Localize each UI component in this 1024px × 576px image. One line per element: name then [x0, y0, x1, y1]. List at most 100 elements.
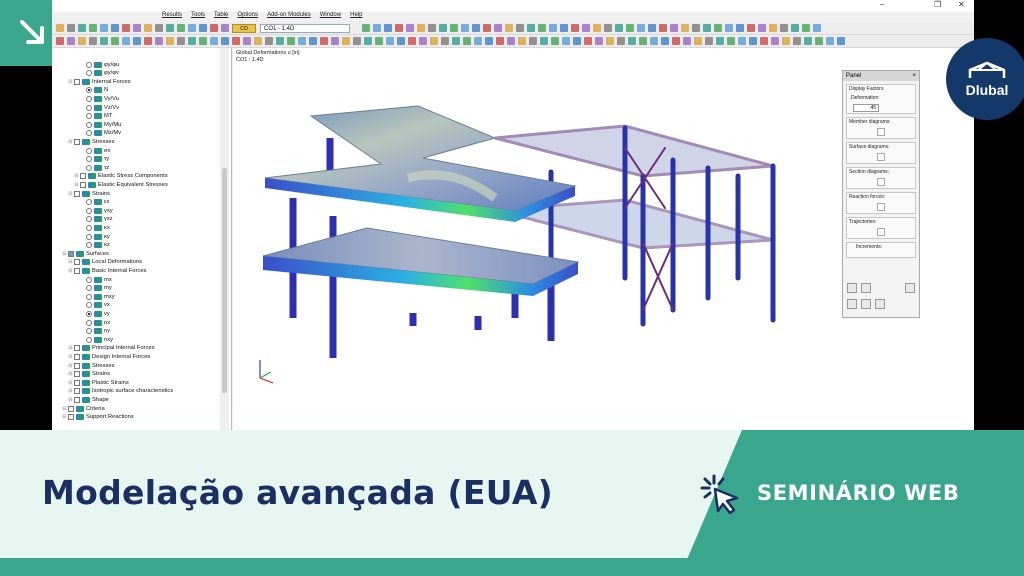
edit-icon[interactable]	[847, 283, 857, 293]
toolbar-button-icon[interactable]	[89, 24, 97, 32]
toolbar-button-icon[interactable]	[67, 24, 75, 32]
toolbar-button-icon[interactable]	[571, 24, 579, 32]
tree-expand-icon[interactable]: ⊟	[68, 139, 73, 145]
toolbar-button-icon[interactable]	[837, 37, 845, 45]
toolbar-button-icon[interactable]	[441, 37, 449, 45]
tree-expand-icon[interactable]: ⊟	[74, 182, 79, 188]
tree-radio[interactable]	[86, 121, 92, 128]
toolbar-button-icon[interactable]	[430, 37, 438, 45]
toolbar-button-icon[interactable]	[452, 37, 460, 45]
toolbar-button-icon[interactable]	[725, 24, 733, 32]
member-diagrams-spinner[interactable]	[877, 128, 885, 136]
toolbar-button-icon[interactable]	[584, 37, 592, 45]
menu-item-table[interactable]: Table	[214, 12, 228, 22]
tree-expand-icon[interactable]: ⊟	[68, 268, 73, 274]
tree-checkbox[interactable]	[68, 250, 74, 257]
print-icon[interactable]	[905, 283, 915, 293]
toolbar-button-icon[interactable]	[595, 37, 603, 45]
tree-checkbox[interactable]	[68, 405, 74, 412]
toolbar-button-icon[interactable]	[362, 24, 370, 32]
toolbar-button-icon[interactable]	[439, 24, 447, 32]
toolbar-button-icon[interactable]	[703, 24, 711, 32]
navigator-scroll-thumb[interactable]	[222, 168, 227, 393]
filter-icon[interactable]	[861, 299, 871, 309]
toolbar-button-icon[interactable]	[386, 37, 394, 45]
tree-expand-icon[interactable]: ⊟	[74, 173, 79, 179]
tree-radio[interactable]	[86, 61, 92, 68]
toolbar-button-icon[interactable]	[485, 37, 493, 45]
toolbar-button-icon[interactable]	[780, 24, 788, 32]
minimize-icon[interactable]: –	[880, 0, 884, 9]
toolbar-button-icon[interactable]	[815, 37, 823, 45]
toolbar-button-icon[interactable]	[461, 24, 469, 32]
toolbar-button-icon[interactable]	[56, 37, 64, 45]
toolbar-button-icon[interactable]	[144, 24, 152, 32]
tree-radio[interactable]	[86, 130, 92, 137]
tree-radio[interactable]	[86, 216, 92, 223]
tree-radio[interactable]	[86, 276, 92, 283]
toolbar-button-icon[interactable]	[188, 37, 196, 45]
tree-radio[interactable]	[86, 328, 92, 335]
toolbar-button-icon[interactable]	[243, 37, 251, 45]
tree-checkbox[interactable]	[80, 173, 86, 180]
toolbar-button-icon[interactable]	[670, 24, 678, 32]
toolbar-button-icon[interactable]	[782, 37, 790, 45]
tree-expand-icon[interactable]: ⊟	[62, 414, 67, 420]
tree-expand-icon[interactable]: ⊟	[68, 79, 73, 85]
toolbar-button-icon[interactable]	[771, 37, 779, 45]
toolbar-button-icon[interactable]	[507, 37, 515, 45]
toolbar-button-icon[interactable]	[705, 37, 713, 45]
toolbar-button-icon[interactable]	[505, 24, 513, 32]
toolbar-button-icon[interactable]	[694, 37, 702, 45]
toolbar-button-icon[interactable]	[549, 24, 557, 32]
reaction-forces-spinner[interactable]	[877, 203, 885, 211]
tree-expand-icon[interactable]: ⊟	[68, 191, 73, 197]
toolbar-button-icon[interactable]	[617, 37, 625, 45]
toolbar-button-icon[interactable]	[738, 37, 746, 45]
tree-checkbox[interactable]	[74, 138, 80, 145]
toolbar-button-icon[interactable]	[177, 24, 185, 32]
toolbar-button-icon[interactable]	[309, 37, 317, 45]
toolbar-button-icon[interactable]	[527, 24, 535, 32]
toolbar-button-icon[interactable]	[78, 24, 86, 32]
toolbar-button-icon[interactable]	[692, 24, 700, 32]
trajectories-spinner[interactable]	[877, 228, 885, 236]
toolbar-button-icon[interactable]	[538, 24, 546, 32]
toolbar-button-icon[interactable]	[560, 24, 568, 32]
tree-radio[interactable]	[86, 302, 92, 309]
toolbar-button-icon[interactable]	[540, 37, 548, 45]
tree-expand-icon[interactable]: ⊟	[68, 380, 73, 386]
color-scale-icon[interactable]	[875, 299, 885, 309]
toolbar-button-icon[interactable]	[463, 37, 471, 45]
toolbar-button-icon[interactable]	[716, 37, 724, 45]
section-diagrams-spinner[interactable]	[877, 178, 885, 186]
toolbar-button-icon[interactable]	[155, 37, 163, 45]
tree-radio[interactable]	[86, 164, 92, 171]
toolbar-button-icon[interactable]	[232, 37, 240, 45]
toolbar-button-icon[interactable]	[166, 24, 174, 32]
tree-expand-icon[interactable]: ⊟	[68, 388, 73, 394]
toolbar-button-icon[interactable]	[417, 24, 425, 32]
toolbar-button-icon[interactable]	[593, 24, 601, 32]
view-icon[interactable]	[847, 299, 857, 309]
toolbar-button-icon[interactable]	[56, 24, 64, 32]
tree-radio[interactable]	[86, 70, 92, 77]
toolbar-button-icon[interactable]	[518, 37, 526, 45]
tree-radio[interactable]	[86, 319, 92, 326]
toolbar-button-icon[interactable]	[483, 24, 491, 32]
toolbar-button-icon[interactable]	[769, 24, 777, 32]
toolbar-button-icon[interactable]	[298, 37, 306, 45]
tree-radio[interactable]	[86, 156, 92, 163]
toolbar-button-icon[interactable]	[529, 37, 537, 45]
toolbar-button-icon[interactable]	[408, 37, 416, 45]
tree-checkbox[interactable]	[74, 388, 80, 395]
toolbar-button-icon[interactable]	[384, 24, 392, 32]
toolbar-button-icon[interactable]	[683, 37, 691, 45]
surface-diagrams-spinner[interactable]	[877, 153, 885, 161]
tree-radio[interactable]	[86, 87, 92, 94]
toolbar-button-icon[interactable]	[606, 37, 614, 45]
menu-item-options[interactable]: Options	[237, 12, 258, 22]
toolbar-button-icon[interactable]	[100, 37, 108, 45]
toolbar-button-icon[interactable]	[100, 24, 108, 32]
tree-checkbox[interactable]	[74, 371, 80, 378]
